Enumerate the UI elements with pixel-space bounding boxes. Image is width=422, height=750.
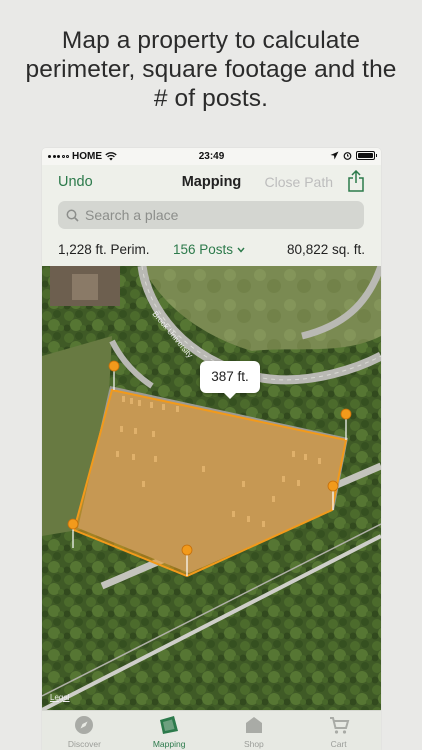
battery-icon (356, 151, 377, 160)
search-bar[interactable]: Search a place (58, 201, 364, 229)
tab-shop[interactable]: Shop (212, 711, 297, 750)
close-path-button[interactable]: Close Path (265, 174, 333, 190)
nav-bar: Undo Mapping Close Path (42, 165, 381, 199)
headline: Map a property to calculate perimeter, s… (0, 26, 422, 113)
tab-cart[interactable]: Cart (296, 711, 381, 750)
area-value: 80,822 sq. ft. (286, 242, 365, 257)
headline-line-1: Map a property to calculate (61, 27, 361, 54)
posts-value: 156 Posts (173, 242, 234, 257)
cart-icon (329, 717, 349, 734)
segment-length-callout: 387 ft. (200, 361, 260, 399)
tab-mapping[interactable]: Mapping (127, 711, 212, 750)
posts-dropdown[interactable]: 156 Posts (173, 242, 245, 257)
perimeter-value: 1,228 ft. Perim. (58, 242, 150, 257)
stats-row: 1,228 ft. Perim. 156 Posts 80,822 sq. ft… (42, 236, 381, 264)
tab-discover[interactable]: Discover (42, 711, 127, 750)
share-icon[interactable] (347, 170, 365, 192)
tab-label: Cart (330, 739, 347, 749)
building-roof (72, 274, 98, 300)
phone-screen: HOME 23:49 Undo Mapping Close Path Searc… (42, 148, 381, 750)
compass-icon (75, 716, 94, 734)
location-arrow-icon (330, 151, 339, 160)
map-canvas[interactable]: Brock University (42, 266, 381, 710)
headline-line-3: # of posts. (153, 85, 269, 112)
satellite-map[interactable]: Brock University 387 ft. Legal (42, 266, 381, 710)
legal-link[interactable]: Legal (50, 693, 70, 702)
tab-label: Mapping (152, 739, 186, 749)
search-input[interactable]: Search a place (85, 207, 178, 223)
status-bar: HOME 23:49 (42, 148, 381, 165)
search-icon (66, 209, 79, 222)
headline-line-2: perimeter, square footage and the (25, 56, 397, 83)
tab-label: Discover (67, 739, 101, 749)
tab-bar: Discover Mapping Shop Cart (42, 710, 381, 750)
shop-icon (245, 717, 262, 733)
chevron-down-icon (237, 247, 245, 253)
tab-label: Shop (243, 739, 264, 749)
mapping-icon (160, 716, 179, 734)
alarm-icon (343, 152, 352, 160)
